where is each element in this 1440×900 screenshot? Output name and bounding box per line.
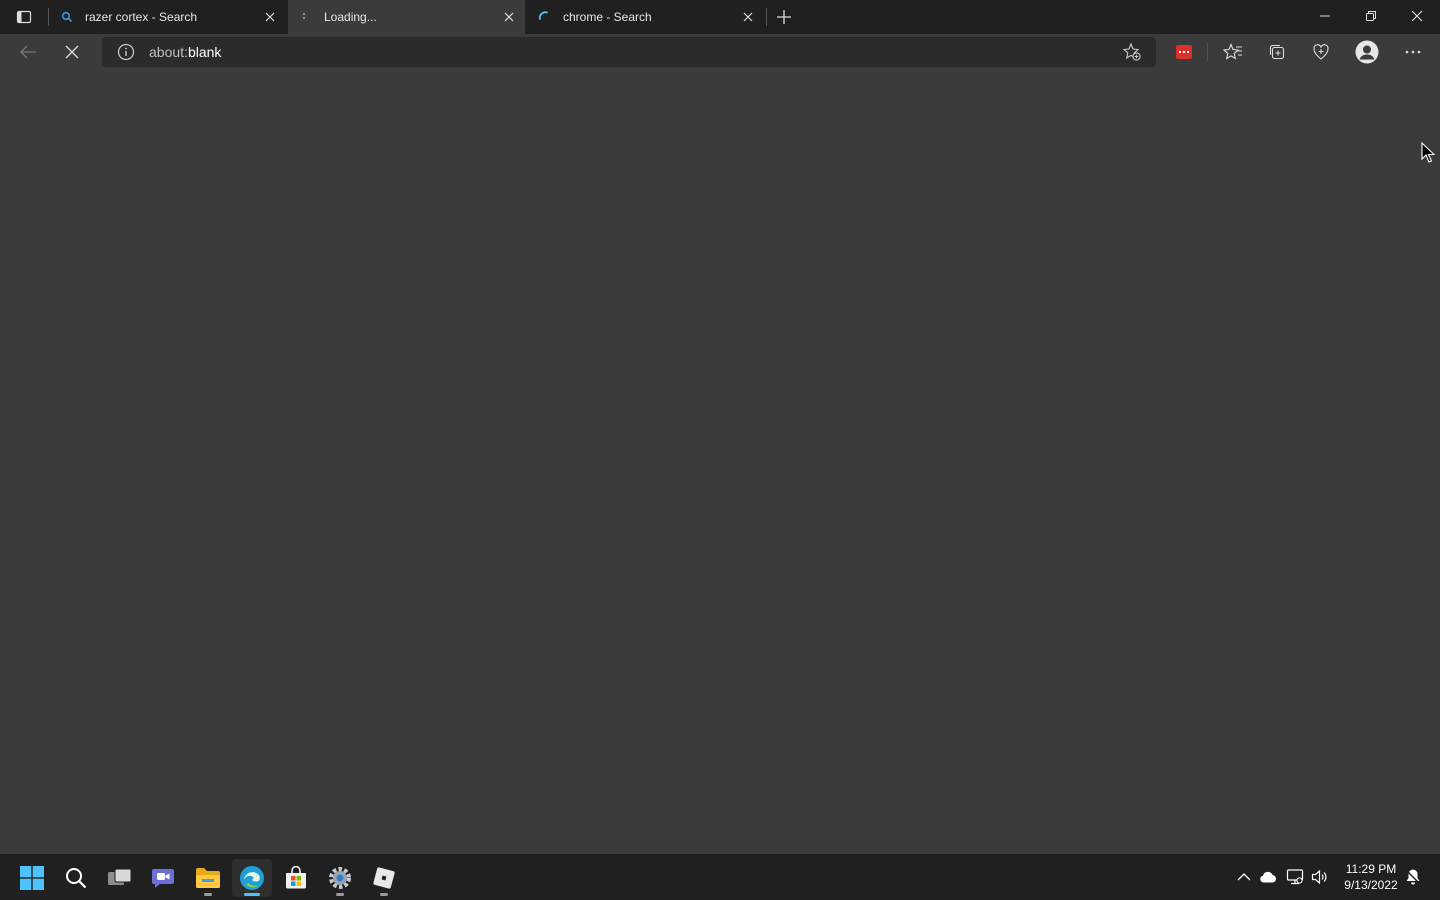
running-indicator [380, 893, 388, 896]
active-indicator [244, 893, 260, 896]
notification-bell-icon [1405, 869, 1421, 885]
close-window-button[interactable] [1394, 0, 1440, 32]
taskbar-clock[interactable]: 11:29 PM 9/13/2022 [1338, 861, 1404, 893]
mouse-cursor-icon [1421, 142, 1435, 163]
folder-icon [196, 868, 220, 888]
speaker-icon [1311, 869, 1327, 885]
roblox-button[interactable] [364, 859, 404, 897]
loading-spinner-icon [298, 9, 314, 25]
back-button[interactable] [12, 38, 44, 66]
settings-app-button[interactable] [320, 859, 360, 897]
minimize-icon [1320, 15, 1330, 17]
close-tab-button[interactable] [738, 7, 758, 27]
clock-time: 11:29 PM [1345, 862, 1397, 876]
settings-and-more-button[interactable] [1397, 38, 1429, 66]
close-tab-button[interactable] [260, 7, 280, 27]
url-text[interactable]: about:blank [149, 44, 221, 60]
avatar-icon [1355, 40, 1379, 64]
running-indicator [204, 893, 212, 896]
back-arrow-icon [20, 45, 36, 59]
start-button[interactable] [12, 859, 52, 897]
close-icon [504, 12, 514, 22]
add-favorite-icon[interactable] [1122, 42, 1142, 62]
stop-loading-button[interactable] [56, 38, 88, 66]
address-bar[interactable]: about:blank [102, 37, 1156, 67]
toolbar-separator [1207, 43, 1208, 61]
tab-separator [766, 8, 767, 26]
chat-icon [152, 869, 174, 888]
favorites-button[interactable] [1217, 38, 1249, 66]
edge-button[interactable] [232, 859, 272, 897]
url-host: blank [187, 44, 222, 60]
browser-toolbar: about:blank [0, 34, 1440, 70]
tab-chrome-search[interactable]: chrome - Search [527, 0, 764, 34]
network-icon [1286, 869, 1304, 885]
close-icon [265, 12, 275, 22]
tab-actions-button[interactable] [10, 6, 38, 28]
notifications-button[interactable] [1402, 866, 1424, 888]
favorites-icon [1223, 43, 1242, 60]
task-view-button[interactable] [100, 859, 140, 897]
chat-button[interactable] [144, 859, 184, 897]
cloud-icon [1260, 871, 1276, 883]
extension-button[interactable] [1168, 38, 1200, 66]
plus-icon [777, 10, 791, 24]
close-icon [65, 45, 79, 59]
chevron-up-icon [1237, 873, 1251, 881]
volume-button[interactable] [1309, 866, 1331, 888]
title-bar: razer cortex - Search Loading... chrome … [0, 0, 1440, 34]
page-content[interactable] [0, 70, 1440, 854]
minimize-button[interactable] [1302, 0, 1348, 32]
profile-button[interactable] [1351, 38, 1383, 66]
show-hidden-icons-button[interactable] [1233, 866, 1255, 888]
restore-button[interactable] [1348, 0, 1394, 32]
close-tab-button[interactable] [499, 7, 519, 27]
network-button[interactable] [1284, 866, 1306, 888]
taskbar: 11:29 PM 9/13/2022 [0, 854, 1440, 900]
extension-icon [1176, 45, 1192, 59]
tab-title: razer cortex - Search [85, 10, 198, 24]
taskbar-search-button[interactable] [56, 859, 96, 897]
running-indicator [336, 893, 344, 896]
search-favicon-icon [59, 9, 75, 25]
gear-icon [329, 867, 351, 889]
file-explorer-button[interactable] [188, 859, 228, 897]
info-icon[interactable] [116, 42, 136, 62]
tab-title: chrome - Search [563, 10, 652, 24]
clock-date: 9/13/2022 [1344, 878, 1398, 892]
close-icon [743, 12, 753, 22]
collections-button[interactable] [1261, 38, 1293, 66]
more-dots-icon [1405, 50, 1421, 54]
onedrive-button[interactable] [1257, 866, 1279, 888]
edge-icon [240, 866, 264, 890]
roblox-icon [373, 867, 395, 889]
tab-loading[interactable]: Loading... [288, 0, 525, 34]
search-icon [66, 868, 87, 889]
collections-icon [1269, 44, 1285, 60]
task-view-icon [108, 868, 132, 885]
tab-razer-cortex[interactable]: razer cortex - Search [49, 0, 286, 34]
store-icon [286, 866, 306, 889]
url-scheme: about: [149, 44, 188, 60]
close-icon [1411, 10, 1423, 22]
tab-title: Loading... [324, 10, 377, 24]
browser-essentials-button[interactable] [1305, 38, 1337, 66]
tab-actions-icon [16, 10, 32, 24]
microsoft-store-button[interactable] [276, 859, 316, 897]
loading-spinner-icon [537, 9, 553, 25]
heart-shield-icon [1313, 44, 1329, 60]
windows-logo-icon [20, 866, 44, 890]
restore-icon [1366, 11, 1376, 21]
new-tab-button[interactable] [772, 5, 796, 29]
